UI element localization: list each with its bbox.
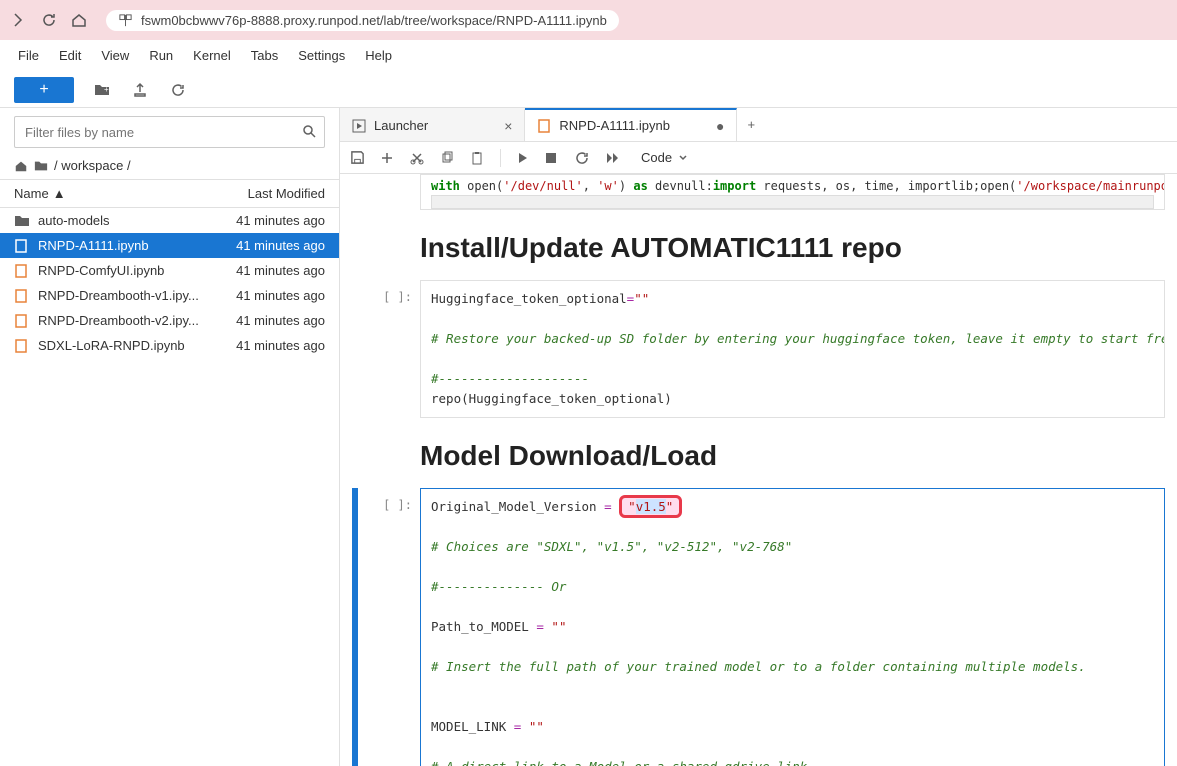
cell-code-snippet[interactable]: with open('/dev/null', 'w') as devnull:i… (420, 174, 1165, 210)
file-name: SDXL-LoRA-RNPD.ipynb (38, 338, 185, 353)
heading-model: Model Download/Load (420, 440, 1165, 472)
file-name: RNPD-ComfyUI.ipynb (38, 263, 164, 278)
copy-icon[interactable] (440, 151, 456, 165)
col-name[interactable]: Name ▲ (14, 186, 66, 201)
notebook-icon (14, 239, 30, 253)
col-modified[interactable]: Last Modified (248, 186, 325, 201)
home-icon[interactable] (70, 11, 88, 29)
folder-icon (34, 159, 48, 173)
file-modified: 41 minutes ago (236, 213, 325, 228)
run-all-icon[interactable] (605, 151, 621, 165)
file-modified: 41 minutes ago (236, 313, 325, 328)
cut-icon[interactable] (410, 151, 426, 165)
menu-view[interactable]: View (91, 44, 139, 67)
stop-icon[interactable] (545, 152, 561, 164)
paste-icon[interactable] (470, 151, 486, 165)
file-row[interactable]: SDXL-LoRA-RNPD.ipynb 41 minutes ago (0, 333, 339, 358)
browser-bar: fswm0bcbwwv76p-8888.proxy.runpod.net/lab… (0, 0, 1177, 40)
notebook-icon (537, 119, 551, 133)
close-icon[interactable]: × (504, 118, 512, 134)
upload-icon[interactable] (130, 80, 150, 100)
file-list-header: Name ▲ Last Modified (0, 179, 339, 208)
tab-bar: Launcher × RNPD-A1111.ipynb ● + (340, 108, 1177, 142)
cell-input[interactable]: Huggingface_token_optional="" # Restore … (420, 280, 1165, 418)
url-bar[interactable]: fswm0bcbwwv76p-8888.proxy.runpod.net/lab… (106, 10, 619, 31)
menu-file[interactable]: File (8, 44, 49, 67)
file-name: RNPD-Dreambooth-v1.ipy... (38, 288, 199, 303)
file-modified: 41 minutes ago (236, 263, 325, 278)
menu-edit[interactable]: Edit (49, 44, 91, 67)
code-cell[interactable]: [ ]: Huggingface_token_optional="" # Res… (352, 280, 1165, 418)
svg-text:+: + (104, 85, 109, 94)
new-tab-button[interactable]: + (737, 108, 765, 141)
add-cell-icon[interactable] (380, 151, 396, 165)
file-name: RNPD-Dreambooth-v2.ipy... (38, 313, 199, 328)
heading-install: Install/Update AUTOMATIC1111 repo (420, 232, 1165, 264)
forward-icon[interactable] (10, 11, 28, 29)
horizontal-scrollbar[interactable] (431, 195, 1154, 209)
reload-icon[interactable] (40, 11, 58, 29)
tab-notebook[interactable]: RNPD-A1111.ipynb ● (525, 108, 737, 141)
breadcrumb[interactable]: / workspace / (0, 152, 339, 179)
launcher-icon (352, 119, 366, 133)
menu-kernel[interactable]: Kernel (183, 44, 241, 67)
file-modified: 41 minutes ago (236, 338, 325, 353)
file-row[interactable]: RNPD-A1111.ipynb 41 minutes ago (0, 233, 339, 258)
notebook-icon (14, 314, 30, 328)
file-row[interactable]: RNPD-Dreambooth-v2.ipy... 41 minutes ago (0, 308, 339, 333)
file-browser: / workspace / Name ▲ Last Modified auto-… (0, 108, 340, 766)
work-area: Launcher × RNPD-A1111.ipynb ● + Cod (340, 108, 1177, 766)
menu-settings[interactable]: Settings (288, 44, 355, 67)
file-name: auto-models (38, 213, 110, 228)
search-icon (301, 123, 317, 139)
file-row[interactable]: auto-models 41 minutes ago (0, 208, 339, 233)
cell-prompt: [ ]: (358, 280, 420, 418)
menu-tabs[interactable]: Tabs (241, 44, 288, 67)
chevron-down-icon (678, 153, 688, 163)
new-launcher-button[interactable]: + (14, 77, 74, 103)
menu-bar: File Edit View Run Kernel Tabs Settings … (0, 40, 1177, 72)
tab-label: Launcher (374, 118, 428, 133)
run-icon[interactable] (515, 151, 531, 165)
tab-label: RNPD-A1111.ipynb (559, 118, 670, 133)
notebook-icon (14, 289, 30, 303)
notebook-toolbar: Code (340, 142, 1177, 174)
notebook-body: with open('/dev/null', 'w') as devnull:i… (340, 174, 1177, 766)
folder-icon (14, 214, 30, 228)
filter-input[interactable] (14, 116, 325, 148)
restart-icon[interactable] (575, 151, 591, 165)
site-settings-icon (118, 13, 133, 28)
notebook-icon (14, 339, 30, 353)
file-row[interactable]: RNPD-Dreambooth-v1.ipy... 41 minutes ago (0, 283, 339, 308)
new-folder-icon[interactable]: + (92, 80, 112, 100)
file-toolbar: + + (0, 72, 1177, 108)
cell-prompt: [ ]: (358, 488, 420, 766)
notebook-icon (14, 264, 30, 278)
code-cell-active[interactable]: [ ]: Original_Model_Version = "v1.5" # C… (352, 488, 1165, 766)
file-name: RNPD-A1111.ipynb (38, 238, 149, 253)
file-modified: 41 minutes ago (236, 238, 325, 253)
cell-type-selector[interactable]: Code (641, 150, 688, 165)
menu-help[interactable]: Help (355, 44, 402, 67)
breadcrumb-text: / workspace / (54, 158, 131, 173)
refresh-icon[interactable] (168, 80, 188, 100)
menu-run[interactable]: Run (139, 44, 183, 67)
file-modified: 41 minutes ago (236, 288, 325, 303)
save-icon[interactable] (350, 150, 366, 165)
cell-input[interactable]: Original_Model_Version = "v1.5" # Choice… (420, 488, 1165, 766)
tab-launcher[interactable]: Launcher × (340, 108, 525, 141)
home-folder-icon (14, 159, 28, 173)
sort-up-icon: ▲ (53, 186, 66, 201)
url-text: fswm0bcbwwv76p-8888.proxy.runpod.net/lab… (141, 13, 607, 28)
file-list: auto-models41 minutes agoRNPD-A1111.ipyn… (0, 208, 339, 358)
file-row[interactable]: RNPD-ComfyUI.ipynb 41 minutes ago (0, 258, 339, 283)
dirty-indicator-icon[interactable]: ● (716, 118, 724, 134)
